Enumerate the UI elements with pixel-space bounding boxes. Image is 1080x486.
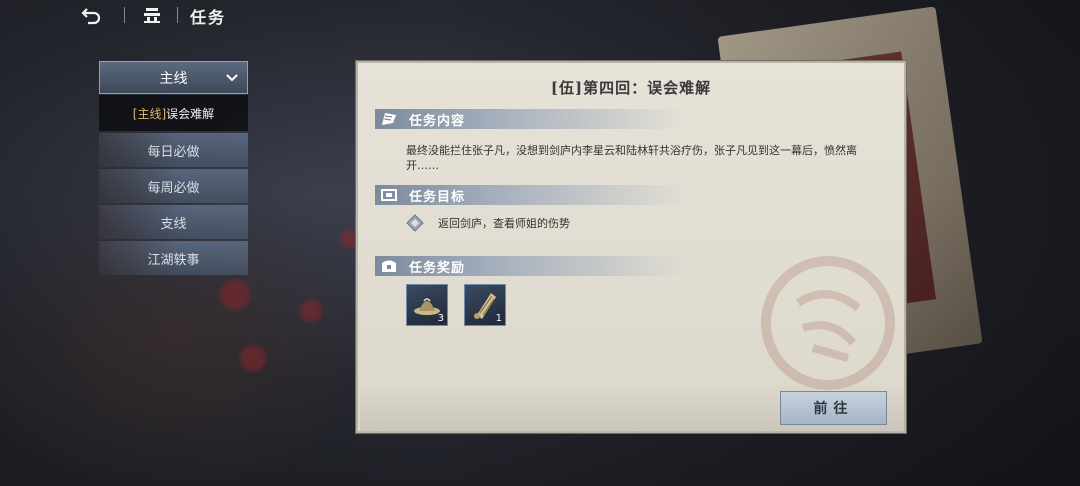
chevron-down-icon — [226, 74, 238, 82]
section-reward-header: 任务奖励 — [375, 256, 685, 276]
go-button[interactable]: 前往 — [780, 391, 887, 425]
quest-description: 最终没能拦住张子凡，没想到剑庐内李星云和陆林轩共浴疗伤，张子凡见到这一幕后，愤然… — [406, 144, 857, 172]
divider — [124, 7, 125, 23]
menu-item-label: 每日必做 — [147, 144, 200, 160]
menu-main-quest[interactable]: 主线 — [99, 61, 248, 94]
quest-detail-panel: [伍]第四回：误会难解 任务内容 最终没能拦住张子凡，没想到剑庐内李星云和陆林轩… — [356, 61, 906, 433]
quest-tag: [主线] — [132, 106, 167, 121]
diamond-icon — [406, 214, 424, 232]
section-reward-label: 任务奖励 — [409, 260, 466, 276]
menu-item-daily[interactable]: 每日必做 — [99, 133, 248, 167]
reward-count: 1 — [495, 313, 502, 324]
home-icon[interactable] — [142, 5, 162, 25]
menu-item-side[interactable]: 支线 — [99, 205, 248, 239]
goal-row: 返回剑庐，查看师姐的伤势 — [406, 214, 570, 232]
menu-main-label: 主线 — [159, 70, 188, 87]
menu-item-label: 江湖轶事 — [147, 252, 200, 268]
menu-item-label: 支线 — [160, 216, 187, 232]
menu-item-label: 每周必做 — [147, 180, 200, 196]
section-goal-label: 任务目标 — [409, 189, 466, 205]
target-icon — [381, 189, 397, 201]
top-bar: 任务 — [0, 0, 400, 30]
back-icon[interactable] — [80, 5, 102, 25]
section-content-label: 任务内容 — [409, 113, 466, 129]
quest-list-item[interactable]: [主线] 误会难解 — [99, 95, 248, 131]
page-title: 任务 — [190, 8, 227, 27]
goal-text: 返回剑庐，查看师姐的伤势 — [438, 217, 570, 230]
divider — [177, 7, 178, 23]
reward-count: 3 — [437, 313, 444, 324]
quest-category-menu: 主线 [主线] 误会难解 每日必做 每周必做 支线 江湖轶事 — [99, 61, 248, 275]
menu-item-jianghu[interactable]: 江湖轶事 — [99, 241, 248, 275]
seal-watermark — [761, 256, 895, 390]
reward-slot[interactable]: 3 — [406, 284, 448, 326]
quest-title: [伍]第四回：误会难解 — [550, 79, 712, 97]
menu-item-weekly[interactable]: 每周必做 — [99, 169, 248, 203]
reward-slot[interactable]: 1 — [464, 284, 506, 326]
section-content-header: 任务内容 — [375, 109, 685, 129]
chest-icon — [382, 260, 396, 272]
flag-icon — [382, 113, 396, 125]
section-goal-header: 任务目标 — [375, 185, 685, 205]
quest-list-label: 误会难解 — [166, 106, 215, 121]
